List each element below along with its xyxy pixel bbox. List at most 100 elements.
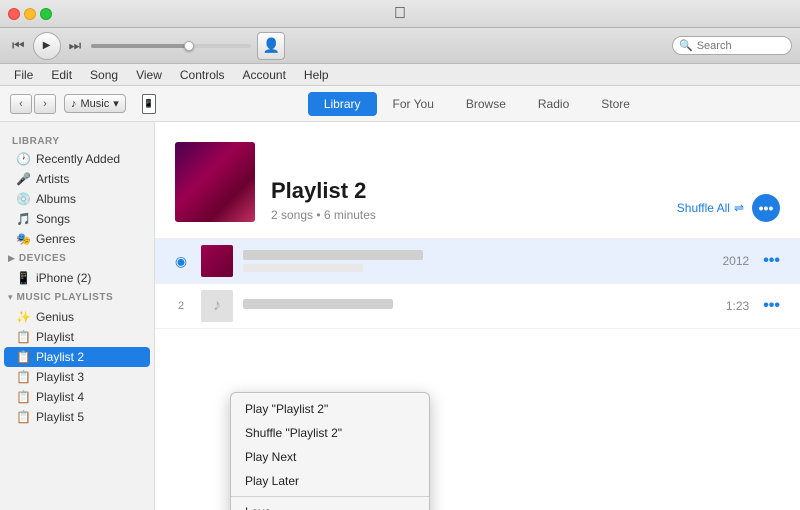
menu-help[interactable]: Help bbox=[296, 66, 337, 84]
sidebar-item-genres[interactable]: 🎭 Genres bbox=[4, 229, 150, 249]
devices-caret-icon: ▶ bbox=[8, 253, 15, 264]
shuffle-icon: ⇌ bbox=[734, 201, 744, 215]
artwork-inner bbox=[175, 142, 255, 222]
sidebar-item-label: Playlist 2 bbox=[36, 350, 84, 364]
track-more-button[interactable]: ••• bbox=[759, 297, 784, 315]
track-year: 2012 bbox=[722, 254, 749, 268]
apple-logo:  bbox=[394, 5, 406, 23]
maximize-button[interactable] bbox=[40, 8, 52, 20]
window-controls bbox=[8, 8, 52, 20]
music-note-icon: ♪ bbox=[71, 98, 77, 110]
content-area: Playlist 2 2 songs • 6 minutes Shuffle A… bbox=[155, 122, 800, 510]
tab-library[interactable]: Library bbox=[308, 92, 377, 116]
table-row[interactable]: ◉ 2012 ••• bbox=[155, 239, 800, 284]
playlist4-icon: 📋 bbox=[16, 390, 30, 404]
playlists-section-header[interactable]: ▾ Music Playlists bbox=[0, 288, 154, 307]
track-duration: 1:23 bbox=[726, 299, 749, 313]
table-row[interactable]: 2 ♪ 1:23 ••• bbox=[155, 284, 800, 329]
playlist-info: Playlist 2 2 songs • 6 minutes bbox=[271, 178, 376, 222]
sidebar-item-label: Songs bbox=[36, 212, 70, 226]
tab-radio[interactable]: Radio bbox=[522, 92, 585, 116]
song-icon: 🎵 bbox=[16, 212, 30, 226]
shuffle-all-button[interactable]: Shuffle All ⇌ bbox=[677, 201, 744, 215]
menu-song[interactable]: Song bbox=[82, 66, 126, 84]
genre-icon: 🎭 bbox=[16, 232, 30, 246]
search-input[interactable] bbox=[697, 40, 787, 52]
sidebar-item-genius[interactable]: ✨ Genius bbox=[4, 307, 150, 327]
sidebar-item-playlist4[interactable]: 📋 Playlist 4 bbox=[4, 387, 150, 407]
search-box[interactable]: 🔍 bbox=[672, 36, 792, 55]
ctx-play-later[interactable]: Play Later bbox=[231, 469, 429, 493]
progress-fill bbox=[91, 44, 187, 48]
sidebar-item-label: Recently Added bbox=[36, 152, 120, 166]
sidebar-item-songs[interactable]: 🎵 Songs bbox=[4, 209, 150, 229]
sidebar-item-playlist5[interactable]: 📋 Playlist 5 bbox=[4, 407, 150, 427]
minimize-button[interactable] bbox=[24, 8, 36, 20]
genius-icon: ✨ bbox=[16, 310, 30, 324]
sidebar-item-albums[interactable]: 💿 Albums bbox=[4, 189, 150, 209]
playback-controls: ⏮ ▶ ⏭ bbox=[8, 32, 85, 60]
nav-back[interactable]: ‹ bbox=[10, 94, 32, 114]
menu-account[interactable]: Account bbox=[235, 66, 294, 84]
header-actions: Shuffle All ⇌ ••• bbox=[677, 194, 780, 222]
more-button[interactable]: ••• bbox=[752, 194, 780, 222]
device-icon[interactable]: 📱 bbox=[142, 94, 156, 114]
context-menu: Play "Playlist 2" Shuffle "Playlist 2" P… bbox=[230, 392, 430, 510]
tab-for-you[interactable]: For You bbox=[377, 92, 450, 116]
album-icon: 💿 bbox=[16, 192, 30, 206]
progress-bar[interactable] bbox=[91, 44, 251, 48]
source-selector[interactable]: ♪ Music ▾ bbox=[64, 94, 126, 113]
library-section-label: Library bbox=[0, 130, 154, 149]
playlist2-icon: 📋 bbox=[16, 350, 30, 364]
track-number: 2 bbox=[171, 300, 191, 312]
sidebar-item-iphone[interactable]: 📱 iPhone (2) bbox=[4, 268, 150, 288]
sidebar-item-artists[interactable]: 🎤 Artists bbox=[4, 169, 150, 189]
track-info bbox=[243, 250, 712, 272]
track-more-button[interactable]: ••• bbox=[759, 252, 784, 270]
devices-section-header[interactable]: ▶ Devices bbox=[0, 249, 154, 268]
sidebar-item-label: Albums bbox=[36, 192, 76, 206]
nav-bar: ‹ › ♪ Music ▾ 📱 Library For You Browse R… bbox=[0, 86, 800, 122]
shuffle-label: Shuffle All bbox=[677, 201, 730, 215]
sidebar-item-label: Genres bbox=[36, 232, 75, 246]
iphone-icon: 📱 bbox=[16, 271, 30, 285]
devices-section-label: Devices bbox=[19, 253, 66, 264]
user-icon[interactable]: 👤 bbox=[257, 32, 285, 60]
search-icon: 🔍 bbox=[679, 39, 693, 52]
ctx-play-next[interactable]: Play Next bbox=[231, 445, 429, 469]
sidebar-item-label: Playlist 3 bbox=[36, 370, 84, 384]
forward-button[interactable]: ⏭ bbox=[65, 35, 86, 56]
ctx-shuffle-playlist[interactable]: Shuffle "Playlist 2" bbox=[231, 421, 429, 445]
track-info bbox=[243, 299, 716, 313]
playlists-caret-icon: ▾ bbox=[8, 292, 13, 303]
sidebar-item-recently-added[interactable]: 🕐 Recently Added bbox=[4, 149, 150, 169]
menu-view[interactable]: View bbox=[128, 66, 170, 84]
toolbar: ⏮ ▶ ⏭ 👤 🔍 bbox=[0, 28, 800, 64]
sidebar-item-playlist2[interactable]: 📋 Playlist 2 bbox=[4, 347, 150, 367]
menu-edit[interactable]: Edit bbox=[43, 66, 80, 84]
main-layout: Library 🕐 Recently Added 🎤 Artists 💿 Alb… bbox=[0, 122, 800, 510]
tab-browse[interactable]: Browse bbox=[450, 92, 522, 116]
more-icon: ••• bbox=[759, 200, 774, 216]
play-button[interactable]: ▶ bbox=[33, 32, 61, 60]
nav-forward[interactable]: › bbox=[34, 94, 56, 114]
playlist-title: Playlist 2 bbox=[271, 178, 376, 204]
ctx-love[interactable]: Love bbox=[231, 500, 429, 510]
rewind-button[interactable]: ⏮ bbox=[8, 35, 29, 56]
close-button[interactable] bbox=[8, 8, 20, 20]
sidebar-item-label: Playlist 4 bbox=[36, 390, 84, 404]
sidebar-item-label: Genius bbox=[36, 310, 74, 324]
ctx-play-playlist[interactable]: Play "Playlist 2" bbox=[231, 397, 429, 421]
tab-store[interactable]: Store bbox=[585, 92, 646, 116]
menu-file[interactable]: File bbox=[6, 66, 41, 84]
playlist-icon: 📋 bbox=[16, 330, 30, 344]
sidebar-item-playlist3[interactable]: 📋 Playlist 3 bbox=[4, 367, 150, 387]
progress-thumb bbox=[184, 41, 194, 51]
track-artist bbox=[243, 264, 363, 272]
playlist-meta: 2 songs • 6 minutes bbox=[271, 208, 376, 222]
track-list: ◉ 2012 ••• 2 ♪ 1:23 ••• bbox=[155, 239, 800, 329]
playlist3-icon: 📋 bbox=[16, 370, 30, 384]
clock-icon: 🕐 bbox=[16, 152, 30, 166]
menu-controls[interactable]: Controls bbox=[172, 66, 233, 84]
sidebar-item-playlist[interactable]: 📋 Playlist bbox=[4, 327, 150, 347]
